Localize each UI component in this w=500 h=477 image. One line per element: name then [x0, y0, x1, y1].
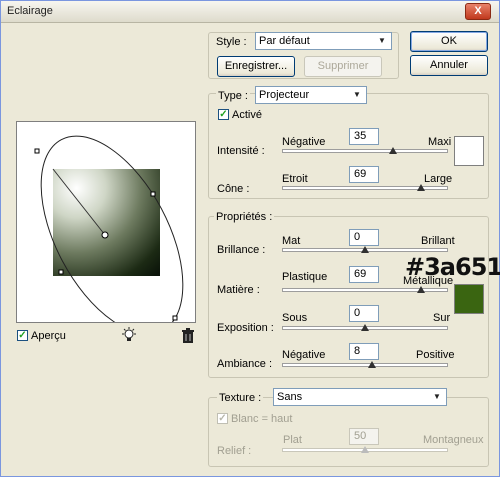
exposure-input[interactable]: 0	[349, 305, 379, 322]
chevron-down-icon: ▼	[378, 36, 386, 45]
preview-checkbox[interactable]: ✓	[17, 330, 28, 341]
chevron-down-icon: ▼	[353, 90, 361, 99]
material-color-swatch[interactable]	[454, 284, 484, 314]
ambience-slider-thumb[interactable]	[367, 361, 376, 368]
material-slider-thumb[interactable]	[417, 286, 426, 293]
ambience-label: Ambiance :	[217, 358, 273, 370]
texture-select[interactable]: Sans ▼	[273, 388, 447, 406]
active-label: Activé	[232, 109, 262, 121]
light-color-swatch[interactable]	[454, 136, 484, 166]
material-min-label: Plastique	[282, 271, 328, 283]
cone-max-label: Large	[424, 173, 453, 185]
title-bar[interactable]: Eclairage X	[1, 1, 499, 23]
gloss-slider-thumb[interactable]	[361, 246, 369, 253]
light-center-handle[interactable]	[101, 231, 109, 239]
intensity-slider-thumb[interactable]	[389, 147, 398, 154]
delete-style-button[interactable]: Supprimer	[304, 56, 382, 77]
cone-slider-thumb[interactable]	[417, 184, 426, 191]
intensity-label: Intensité :	[217, 145, 265, 157]
intensity-max-label: Maxi	[428, 136, 452, 148]
lit-square	[53, 169, 160, 276]
light-type-value: Projecteur	[259, 89, 310, 101]
light-handle-right[interactable]	[150, 191, 156, 197]
style-label: Style :	[216, 36, 247, 48]
color-annotation: #3a6511	[405, 253, 500, 281]
light-handle-top[interactable]	[34, 148, 40, 154]
ok-button[interactable]: OK	[410, 31, 488, 52]
window-title: Eclairage	[7, 5, 53, 17]
ambience-max-label: Positive	[416, 349, 455, 361]
relief-slider-thumb[interactable]	[361, 446, 369, 453]
material-input[interactable]: 69	[349, 266, 379, 283]
relief-input[interactable]: 50	[349, 428, 379, 445]
properties-title: Propriétés :	[214, 211, 275, 223]
light-type-label: Type :	[216, 90, 250, 102]
intensity-input[interactable]: 35	[349, 128, 379, 145]
exposure-max-label: Sur	[433, 312, 451, 324]
cone-input[interactable]: 69	[349, 166, 379, 183]
relief-label: Relief :	[217, 445, 252, 457]
style-select[interactable]: Par défaut ▼	[255, 32, 392, 50]
cone-label: Cône :	[217, 183, 250, 195]
texture-select-value: Sans	[277, 391, 303, 403]
preview-canvas[interactable]	[17, 122, 195, 322]
gloss-label: Brillance :	[217, 244, 266, 256]
relief-max-label: Montagneux	[423, 434, 484, 446]
trash-icon[interactable]	[181, 328, 195, 343]
gloss-max-label: Brillant	[421, 235, 455, 247]
ambience-min-label: Négative	[282, 349, 326, 361]
active-checkbox[interactable]: ✓	[218, 109, 229, 120]
exposure-min-label: Sous	[282, 312, 308, 324]
texture-label: Texture :	[217, 392, 264, 404]
light-handle-left[interactable]	[58, 269, 64, 275]
exposure-label: Exposition :	[217, 322, 274, 334]
chevron-down-icon: ▼	[433, 392, 441, 401]
light-bulb-icon[interactable]	[120, 327, 138, 345]
lighting-preview[interactable]	[16, 121, 196, 323]
intensity-min-label: Négative	[282, 136, 326, 148]
ambience-slider-track[interactable]	[282, 363, 448, 367]
light-handle-bottom[interactable]	[172, 315, 178, 321]
gloss-min-label: Mat	[282, 235, 301, 247]
material-label: Matière :	[217, 284, 260, 296]
relief-min-label: Plat	[283, 434, 302, 446]
gloss-input[interactable]: 0	[349, 229, 379, 246]
close-button[interactable]: X	[465, 3, 491, 20]
intensity-slider-track[interactable]	[282, 149, 448, 153]
light-type-select[interactable]: Projecteur ▼	[255, 86, 367, 104]
lighting-dialog: Eclairage X ✓ Aperçu Style: Par défaut …	[0, 0, 500, 477]
white-high-checkbox[interactable]: ✓	[217, 413, 228, 424]
save-style-button[interactable]: Enregistrer...	[217, 56, 295, 77]
preview-label: Aperçu	[31, 330, 66, 342]
white-high-label: Blanc = haut	[231, 413, 293, 425]
exposure-slider-thumb[interactable]	[361, 324, 369, 331]
style-select-value: Par défaut	[259, 35, 310, 47]
cancel-button[interactable]: Annuler	[410, 55, 488, 76]
cone-min-label: Etroit	[282, 173, 308, 185]
ambience-input[interactable]: 8	[349, 343, 379, 360]
